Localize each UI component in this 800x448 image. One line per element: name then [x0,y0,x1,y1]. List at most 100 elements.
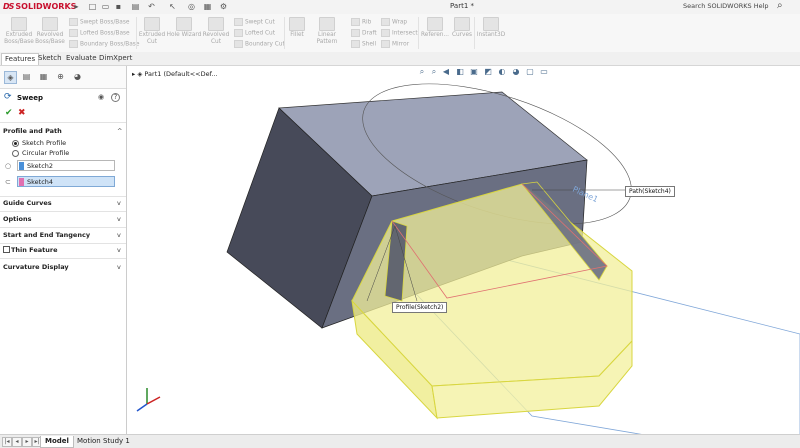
chevron-down-icon[interactable]: v [117,246,121,254]
dimxpert-manager-icon[interactable]: ⊕ [55,71,66,82]
detailed-preview-icon[interactable]: ◉ [98,93,104,101]
radio-selected-icon [12,139,19,147]
radio-sketch-profile[interactable]: Sketch Profile [12,139,66,147]
radio-circular-profile[interactable]: Circular Profile [12,149,69,157]
radio-unselected-icon [12,149,19,157]
revolved-cut-button[interactable]: Revolved Cut [202,17,230,46]
swept-cut-button[interactable]: Swept Cut [234,18,275,27]
section-guide-curves[interactable]: Guide Curves [3,199,52,207]
profile-color-swatch [19,162,24,170]
profile-selection-field[interactable]: Sketch2 [17,160,115,171]
curves-icon [454,17,470,31]
file-properties-icon[interactable]: ▦ [203,2,212,11]
graphics-viewport[interactable]: ▸ ◈ Part1 (Default<<Def... ⌕ ⌕ ◀ ◧ ▣ ◩ ◐… [127,66,800,434]
reference-geometry-button[interactable]: Referen... [420,17,450,39]
help-icon[interactable]: ? [111,93,120,102]
next-tab-icon[interactable]: ▸ [22,437,32,447]
display-manager-icon[interactable]: ◕ [72,71,83,82]
save-icon[interactable]: ▪ [114,2,123,11]
intersect-button[interactable]: Intersect [381,29,418,38]
path-callout-label[interactable]: Path(Sketch4) [625,186,675,197]
tab-sketch[interactable]: Sketch [35,53,65,64]
thin-feature-checkbox[interactable] [3,246,10,253]
path-selection-field[interactable]: Sketch4 [17,176,115,187]
first-tab-icon[interactable]: |◂ [2,437,12,447]
tab-model[interactable]: Model [40,436,74,448]
draft-button[interactable]: Draft [351,29,377,38]
section-thin-feature[interactable]: Thin Feature [11,246,58,254]
wrap-icon [381,18,390,26]
axis-triad-icon [136,388,161,412]
swept-cut-icon [234,18,243,26]
divider [0,227,126,228]
ribbon-separator [136,17,137,49]
shell-button[interactable]: Shell [351,40,376,49]
extrude-icon [11,17,27,31]
swept-boss-button[interactable]: Swept Boss/Base [69,18,129,27]
section-profile-and-path[interactable]: Profile and Path [3,127,62,135]
draft-icon [351,29,360,37]
configuration-manager-icon[interactable]: ▦ [38,71,49,82]
bottom-tab-bar: |◂ ◂ ▸ ▸| Model Motion Study 1 [0,434,800,448]
cancel-x-button[interactable]: ✖ [18,108,26,118]
search-icon[interactable]: ⌕ [777,0,783,11]
profile-callout-label[interactable]: Profile(Sketch2) [392,302,448,313]
intersect-icon [381,29,390,37]
feature-tree-icon[interactable]: ◈ [4,71,17,84]
rib-button[interactable]: Rib [351,18,371,27]
boundary-cut-button[interactable]: Boundary Cut [234,40,285,49]
rib-icon [351,18,360,26]
lofted-boss-button[interactable]: Lofted Boss/Base [69,29,130,38]
chevron-down-icon[interactable]: v [117,215,121,223]
section-start-end-tangency[interactable]: Start and End Tangency [3,231,90,239]
hole-wizard-button[interactable]: Hole Wizard [166,17,202,39]
ribbon-separator [284,17,285,49]
hole-wizard-icon [176,17,192,31]
chevron-down-icon[interactable]: v [117,199,121,207]
tab-dimxpert[interactable]: DimXpert [96,53,135,64]
select-cursor-icon[interactable]: ↖ [168,2,177,11]
panel-tool-tabs: ◈ ▤ ▦ ⊕ ◕ [0,66,126,89]
expand-menu-icon[interactable]: ▸ [72,2,81,11]
options-gear-icon[interactable]: ⚙ [219,2,228,11]
instant3d-button[interactable]: Instant3D [476,17,506,39]
boundary-icon [69,40,78,48]
path-selection-icon: ⊂ [5,178,11,186]
wrap-button[interactable]: Wrap [381,18,407,27]
undo-icon[interactable]: ↶ [147,2,156,11]
model-graphics: Plane1 [136,83,800,434]
revolved-boss-button[interactable]: Revolved Boss/Base [35,17,65,46]
new-document-icon[interactable]: □ [88,2,97,11]
section-options[interactable]: Options [3,215,31,223]
fillet-button[interactable]: Fillet [287,17,307,39]
title-bar: DS SOLIDWORKS ▸ □ ▭ ▪ ▤ ↶ ↖ ◎ ▦ ⚙ Part1 *… [0,0,800,15]
curves-button[interactable]: Curves [450,17,474,39]
open-folder-icon[interactable]: ▭ [101,2,110,11]
mirror-button[interactable]: Mirror [381,40,409,49]
chevron-down-icon[interactable]: v [117,231,121,239]
previous-tab-icon[interactable]: ◂ [12,437,22,447]
tab-motion-study-1[interactable]: Motion Study 1 [73,436,134,447]
lofted-cut-button[interactable]: Lofted Cut [234,29,275,38]
linear-pattern-button[interactable]: Linear Pattern [307,17,347,46]
path-color-swatch [19,178,24,186]
chevron-up-icon[interactable]: ^ [117,127,122,135]
extruded-boss-button[interactable]: Extruded Boss/Base [4,17,34,46]
boundary-boss-button[interactable]: Boundary Boss/Base [69,40,139,49]
document-title: Part1 * [450,2,474,10]
solidworks-logo[interactable]: DS SOLIDWORKS [3,2,76,11]
tab-features[interactable]: Features [1,53,40,65]
shell-icon [351,40,360,48]
mirror-icon [381,40,390,48]
search-help-input[interactable]: Search SOLIDWORKS Help [683,2,769,10]
extruded-cut-button[interactable]: Extruded Cut [138,17,166,46]
ok-check-button[interactable]: ✔ [5,108,13,118]
divider [0,122,126,123]
rebuild-icon[interactable]: ◎ [187,2,196,11]
tab-evaluate[interactable]: Evaluate [63,53,100,64]
chevron-down-icon[interactable]: v [117,263,121,271]
print-icon[interactable]: ▤ [131,2,140,11]
property-manager-icon[interactable]: ▤ [21,71,32,82]
section-curvature-display[interactable]: Curvature Display [3,263,69,271]
property-manager-panel: ◈ ▤ ▦ ⊕ ◕ ⟳ Sweep ◉ ? ✔ ✖ Profile and Pa… [0,66,127,434]
